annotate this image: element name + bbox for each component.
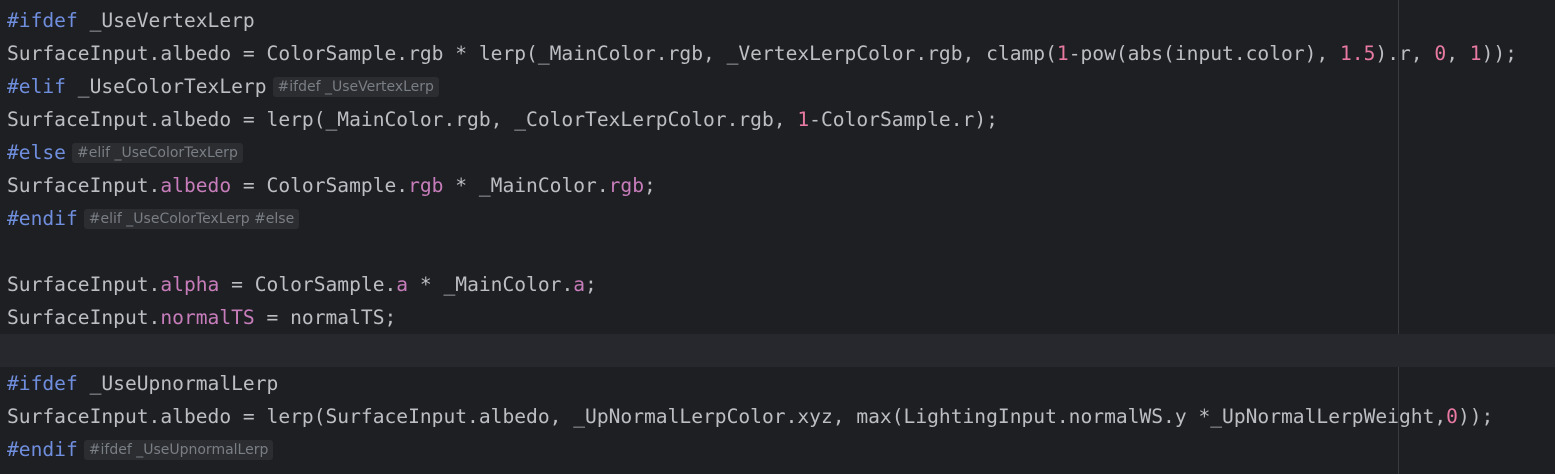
code-line[interactable]: SurfaceInput.alpha = ColorSample.a * _Ma… xyxy=(0,268,1555,301)
code-token: albedo xyxy=(160,174,232,197)
code-token: _UseColorTexLerp xyxy=(65,75,267,98)
code-line[interactable]: #ifdef _UseUpnormalLerp xyxy=(0,367,1555,400)
code-token: 0 xyxy=(1446,405,1458,428)
directive-inlay-hint: #elif _UseColorTexLerp xyxy=(71,143,243,163)
code-line-text: SurfaceInput.albedo = lerp(_MainColor.rg… xyxy=(7,103,998,136)
code-line-text: SurfaceInput.albedo = lerp(SurfaceInput.… xyxy=(7,400,1493,433)
code-token: * _MainColor. xyxy=(443,174,609,197)
code-token: ; xyxy=(644,174,656,197)
code-line[interactable]: #endif #elif _UseColorTexLerp #else xyxy=(0,202,1555,235)
code-token: SurfaceInput. xyxy=(7,273,161,296)
code-token: 1 xyxy=(1469,42,1482,65)
directive-inlay-hint: #ifdef _UseUpnormalLerp xyxy=(83,440,274,460)
code-token: #ifdef xyxy=(7,372,78,395)
code-line-text: #ifdef _UseUpnormalLerp xyxy=(7,367,278,400)
code-line-text: SurfaceInput.alpha = ColorSample.a * _Ma… xyxy=(7,268,597,301)
code-token: SurfaceInput. xyxy=(7,174,161,197)
code-line[interactable]: SurfaceInput.albedo = lerp(_MainColor.rg… xyxy=(0,103,1555,136)
code-token: 1 xyxy=(797,108,810,131)
code-token: -pow(abs(input.color), xyxy=(1068,42,1341,65)
code-line-text: SurfaceInput.albedo = ColorSample.rgb * … xyxy=(7,37,1517,70)
directive-inlay-hint: #elif _UseColorTexLerp #else xyxy=(83,209,300,229)
code-token: normalTS xyxy=(160,306,255,329)
code-line[interactable]: #ifdef _UseVertexLerp xyxy=(0,4,1555,37)
code-line[interactable]: SurfaceInput.albedo = ColorSample.rgb * … xyxy=(0,169,1555,202)
code-token: = ColorSample. xyxy=(231,174,409,197)
code-token: = ColorSample. xyxy=(219,273,397,296)
code-line[interactable]: SurfaceInput.normalTS = normalTS; xyxy=(0,301,1555,334)
code-line[interactable]: #elif _UseColorTexLerp #ifdef _UseVertexL… xyxy=(0,70,1555,103)
code-token: * _MainColor. xyxy=(408,273,574,296)
directive-inlay-hint: #ifdef _UseVertexLerp xyxy=(272,77,439,97)
code-line[interactable] xyxy=(0,235,1555,268)
code-token: = normalTS; xyxy=(254,306,397,329)
code-token: SurfaceInput. xyxy=(7,306,161,329)
code-token: )); xyxy=(1481,42,1517,65)
code-line[interactable] xyxy=(0,334,1555,367)
code-token: 1 xyxy=(1056,42,1069,65)
code-line-text: SurfaceInput.normalTS = normalTS; xyxy=(7,301,396,334)
code-token: SurfaceInput.albedo = ColorSample.rgb * … xyxy=(7,42,1057,65)
code-editor[interactable]: #ifdef _UseVertexLerp SurfaceInput.albedo… xyxy=(0,0,1555,474)
code-token: rgb xyxy=(608,174,645,197)
code-token: )); xyxy=(1457,405,1494,428)
code-token: 1.5 xyxy=(1340,42,1376,65)
code-line[interactable]: #else #elif _UseColorTexLerp xyxy=(0,136,1555,169)
code-token: rgb xyxy=(408,174,444,197)
code-token: a xyxy=(396,273,409,296)
code-token: alpha xyxy=(160,273,220,296)
code-token: #else xyxy=(7,141,66,164)
code-line-text: #else #elif _UseColorTexLerp xyxy=(7,136,243,169)
code-token: #endif xyxy=(7,438,78,461)
code-token: , xyxy=(1446,42,1470,65)
code-line[interactable]: #endif #ifdef _UseUpnormalLerp xyxy=(0,433,1555,466)
code-token: ).r, xyxy=(1375,42,1435,65)
code-line[interactable]: SurfaceInput.albedo = lerp(SurfaceInput.… xyxy=(0,400,1555,433)
code-token: ; xyxy=(585,273,597,296)
code-token: SurfaceInput.albedo = lerp(SurfaceInput.… xyxy=(7,405,1447,428)
code-token: #elif xyxy=(7,75,66,98)
code-token: #ifdef xyxy=(7,9,78,32)
code-line-text: #ifdef _UseVertexLerp xyxy=(7,4,255,37)
code-line-text: SurfaceInput.albedo = ColorSample.rgb * … xyxy=(7,169,656,202)
code-token: a xyxy=(573,273,586,296)
code-token: _UseVertexLerp xyxy=(77,9,255,32)
code-token: -ColorSample.r); xyxy=(809,108,998,131)
code-token: _UseUpnormalLerp xyxy=(77,372,279,395)
code-line-text: #elif _UseColorTexLerp #ifdef _UseVertexL… xyxy=(7,70,439,103)
code-line[interactable]: SurfaceInput.albedo = ColorSample.rgb * … xyxy=(0,37,1555,70)
code-token: #endif xyxy=(7,207,78,230)
code-token: SurfaceInput.albedo = lerp(_MainColor.rg… xyxy=(7,108,798,131)
code-line-text: #endif #elif _UseColorTexLerp #else xyxy=(7,202,300,235)
code-token: 0 xyxy=(1434,42,1447,65)
code-line-text: #endif #ifdef _UseUpnormalLerp xyxy=(7,433,274,466)
